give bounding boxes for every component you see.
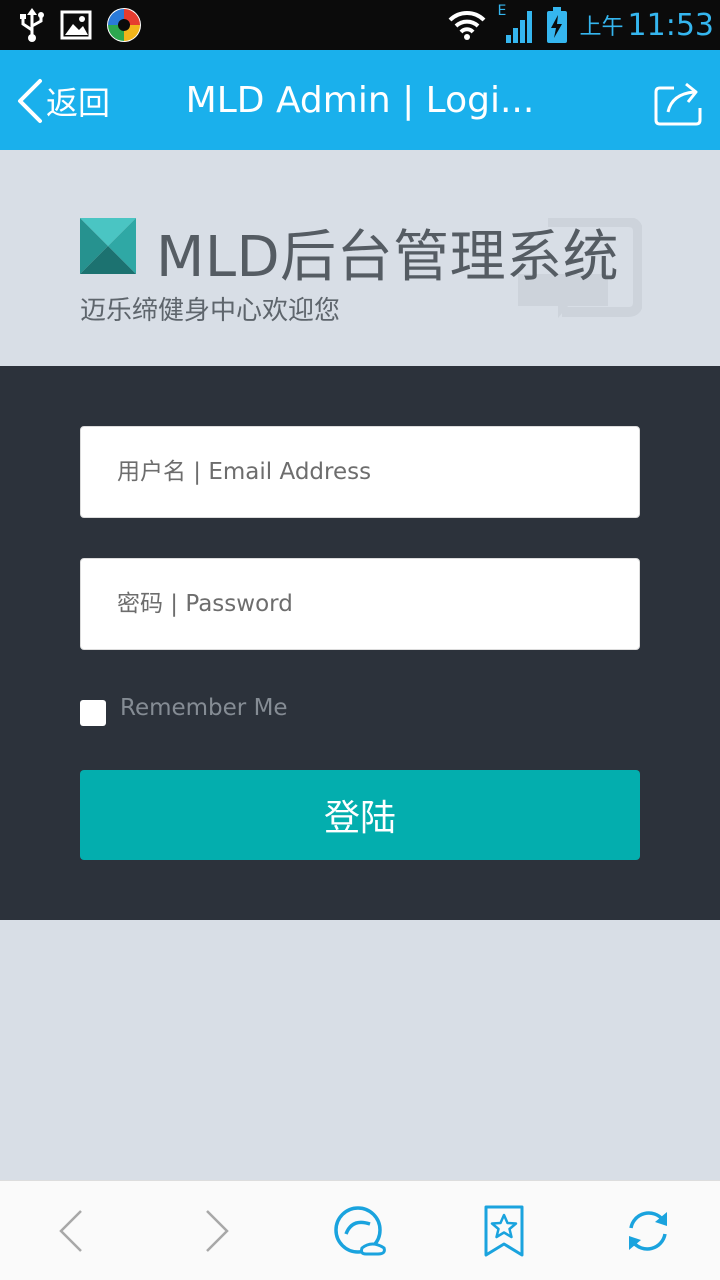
remember-me-row: Remember Me — [80, 690, 288, 726]
remember-me-label: Remember Me — [120, 695, 288, 721]
status-bar-right: E 上午 11:53 — [448, 3, 714, 46]
refresh-icon — [629, 1211, 667, 1251]
page-title: MLD Admin | Logi... — [185, 80, 535, 121]
signal-icon — [505, 11, 532, 43]
back-button[interactable]: 返回 — [16, 78, 110, 124]
status-ampm: 上午 — [579, 15, 624, 40]
share-icon — [654, 82, 702, 126]
wifi-icon — [448, 10, 485, 40]
hero-banner: MLD后台管理系统 迈乐缔健身中心欢迎您 — [0, 150, 720, 366]
app-icon — [107, 8, 141, 42]
browser-toolbar — [0, 1180, 720, 1280]
login-button[interactable]: 登陆 — [80, 770, 640, 860]
usb-icon — [20, 8, 44, 42]
brand-title: MLD后台管理系统 — [156, 225, 620, 290]
back-label: 返回 — [46, 84, 111, 122]
remember-me-checkbox[interactable] — [80, 700, 106, 726]
status-bar: E 上午 11:53 — [0, 0, 720, 50]
back-arrow-icon — [59, 1210, 82, 1252]
navbar: 返回 MLD Admin | Logi... — [0, 50, 720, 150]
refresh-button[interactable] — [618, 1203, 678, 1259]
browser-forward-button[interactable] — [186, 1203, 246, 1259]
brand-tagline: 迈乐缔健身中心欢迎您 — [80, 296, 341, 326]
status-bar-left — [18, 6, 142, 44]
password-field — [80, 558, 640, 650]
browser-home-button[interactable] — [330, 1203, 390, 1259]
bookmark-star-icon — [484, 1205, 524, 1257]
forward-arrow-icon — [206, 1210, 229, 1252]
gallery-icon — [60, 10, 92, 40]
login-panel: Remember Me 登陆 — [0, 366, 720, 920]
bookmarks-button[interactable] — [474, 1203, 534, 1259]
status-time: 11:53 — [627, 7, 714, 43]
logo-icon — [80, 218, 136, 274]
battery-icon — [546, 7, 567, 43]
chevron-left-icon — [18, 79, 42, 123]
username-field — [80, 426, 640, 518]
username-input[interactable] — [81, 427, 639, 517]
browser-back-button[interactable] — [42, 1203, 102, 1259]
signal-indicator: E — [498, 3, 534, 43]
password-input[interactable] — [81, 559, 639, 649]
browser-logo-icon — [334, 1206, 386, 1256]
share-button[interactable] — [654, 80, 704, 126]
